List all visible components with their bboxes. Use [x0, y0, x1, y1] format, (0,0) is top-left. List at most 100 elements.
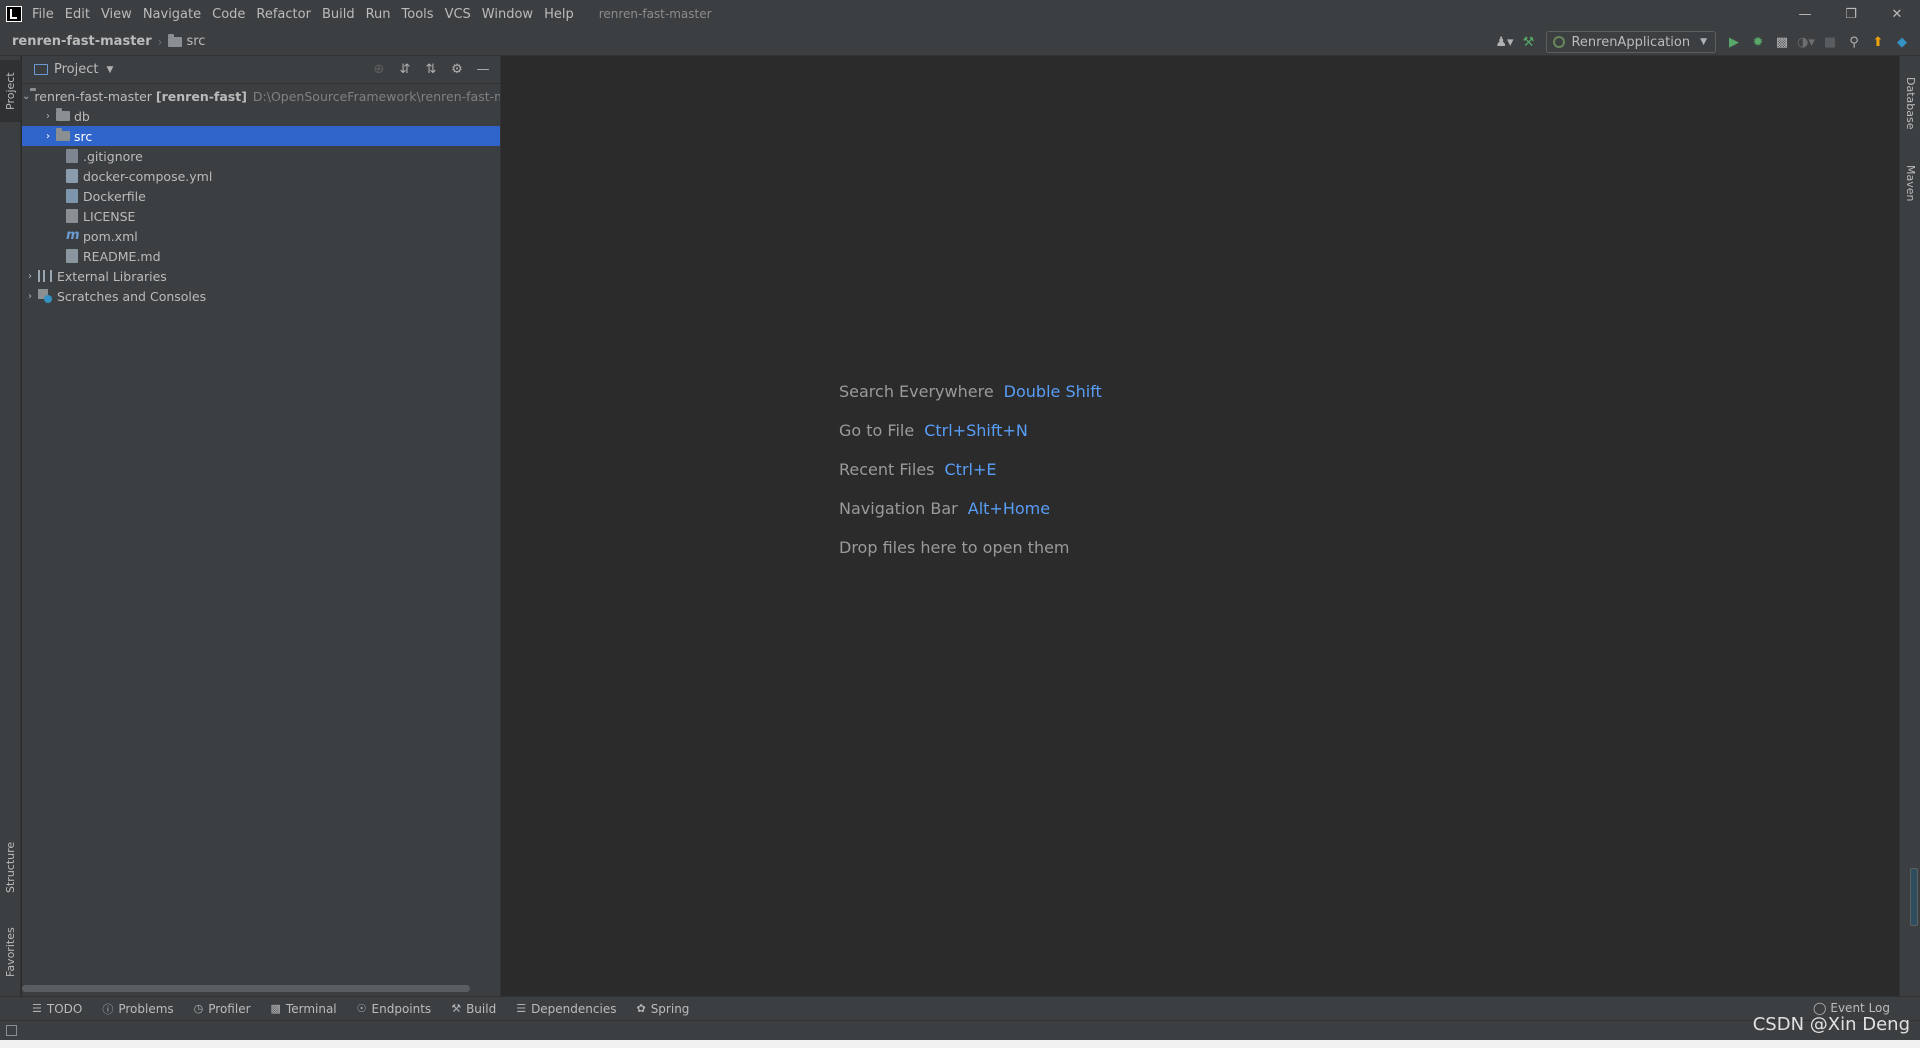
restore-icon[interactable]: ❐ [1828, 0, 1874, 28]
horizontal-scrollbar[interactable] [22, 985, 470, 992]
tool-tab-dependencies[interactable]: ☰ Dependencies [516, 1002, 616, 1016]
tree-row-license[interactable]: LICENSE [22, 206, 500, 226]
tree-row-src[interactable]: › src [22, 126, 500, 146]
collapse-all-icon[interactable]: ⇅ [420, 58, 442, 80]
search-icon[interactable]: ⚲ [1842, 30, 1866, 54]
tool-tab-profiler[interactable]: ◷ Profiler [194, 1002, 251, 1016]
menu-navigate[interactable]: Navigate [143, 5, 201, 24]
select-opened-file-icon[interactable]: ⊕ [368, 58, 390, 80]
tool-tab-label: Endpoints [371, 1001, 432, 1016]
profile-icon[interactable]: ◑▾ [1794, 30, 1818, 54]
tree-row-db[interactable]: › db [22, 106, 500, 126]
tool-tab-event-log[interactable]: ◯ Event Log [1813, 1001, 1890, 1015]
tree-label-external-libraries: External Libraries [57, 268, 167, 284]
spring-icon: ✿ [636, 1002, 646, 1015]
welcome-hints: Search Everywhere Double Shift Go to Fil… [839, 372, 1102, 567]
menu-code[interactable]: Code [212, 5, 245, 24]
tree-row-gitignore[interactable]: .gitignore [22, 146, 500, 166]
profiler-icon: ◷ [193, 1002, 204, 1015]
tree-row-scratches[interactable]: › Scratches and Consoles [22, 286, 500, 306]
menu-refactor[interactable]: Refactor [256, 5, 311, 24]
hint-label: Recent Files [839, 460, 935, 479]
menu-window[interactable]: Window [482, 5, 533, 24]
tree-row-docker-compose[interactable]: docker-compose.yml [22, 166, 500, 186]
chevron-down-icon: ▼ [1700, 37, 1707, 47]
yaml-file-icon [66, 169, 78, 183]
tool-tab-maven[interactable]: Maven [1900, 152, 1920, 214]
hint-shortcut: Ctrl+Shift+N [924, 421, 1028, 440]
vcs-user-icon[interactable]: ♟▾ [1492, 30, 1516, 54]
tree-row-pom[interactable]: m pom.xml [22, 226, 500, 246]
toolbox-icon[interactable]: ◆ [1890, 30, 1914, 54]
chevron-down-icon[interactable]: ▼ [106, 65, 113, 75]
update-icon[interactable]: ⬆ [1866, 30, 1890, 54]
tree-label-src: src [74, 128, 93, 144]
expand-all-icon[interactable]: ⇵ [394, 58, 416, 80]
intellij-logo-icon[interactable] [6, 6, 22, 22]
menu-run[interactable]: Run [366, 5, 391, 24]
hint-label: Drop files here to open them [839, 538, 1070, 557]
hide-panel-icon[interactable]: — [472, 58, 494, 80]
collapsed-arrow-icon[interactable]: › [22, 291, 38, 302]
tool-tab-database[interactable]: Database [1900, 64, 1920, 142]
close-icon[interactable]: ✕ [1874, 0, 1920, 28]
run-configuration-selector[interactable]: RenrenApplication ▼ [1546, 31, 1716, 53]
tool-tab-label: Spring [650, 1001, 690, 1016]
tree-label-scratches: Scratches and Consoles [57, 288, 207, 304]
breadcrumb-root[interactable]: renren-fast-master [12, 34, 152, 49]
menu-vcs[interactable]: VCS [445, 5, 471, 24]
folder-icon [56, 108, 70, 121]
menu-edit[interactable]: Edit [65, 5, 90, 24]
menu-build[interactable]: Build [322, 5, 355, 24]
build-hammer-icon[interactable]: ⚒ [1516, 30, 1540, 54]
hint-shortcut: Alt+Home [967, 499, 1051, 518]
run-icon[interactable]: ▶ [1722, 30, 1746, 54]
tool-tab-project[interactable]: Project [0, 60, 21, 122]
project-view-selector[interactable]: Project [54, 62, 98, 77]
tree-row-readme[interactable]: README.md [22, 246, 500, 266]
status-bar [0, 1020, 1920, 1040]
hint-label: Search Everywhere [839, 382, 994, 401]
menu-tools[interactable]: Tools [402, 5, 434, 24]
toggle-tool-windows-icon[interactable] [6, 1025, 17, 1036]
collapsed-arrow-icon[interactable]: › [22, 271, 38, 282]
collapsed-arrow-icon[interactable]: › [40, 131, 56, 142]
tool-tab-spring[interactable]: ✿ Spring [636, 1002, 689, 1016]
tree-label-dockerfile: Dockerfile [83, 188, 146, 204]
expanded-arrow-icon[interactable]: ⌄ [22, 91, 30, 102]
tool-tab-problems[interactable]: ⓘ Problems [102, 1001, 173, 1017]
breadcrumb-src[interactable]: src [168, 33, 206, 49]
tool-tab-label: Event Log [1830, 1001, 1890, 1015]
editor-empty-area[interactable]: Search Everywhere Double Shift Go to Fil… [502, 56, 1898, 996]
collapsed-arrow-icon[interactable]: › [40, 111, 56, 122]
tool-tab-endpoints[interactable]: ☉ Endpoints [357, 1002, 432, 1016]
stop-icon[interactable]: ■ [1818, 30, 1842, 54]
coverage-icon[interactable]: ▩ [1770, 30, 1794, 54]
root-module: [renren-fast] [155, 88, 247, 104]
hint-recent-files: Recent Files Ctrl+E [839, 450, 1102, 489]
menu-file[interactable]: File [32, 5, 54, 24]
tree-row-external-libraries[interactable]: › External Libraries [22, 266, 500, 286]
debug-icon[interactable]: ✹ [1746, 30, 1770, 54]
minimize-icon[interactable]: — [1782, 0, 1828, 28]
tree-row-dockerfile[interactable]: Dockerfile [22, 186, 500, 206]
tree-label-readme: README.md [83, 248, 161, 264]
menu-bar: File Edit View Navigate Code Refactor Bu… [0, 0, 1920, 28]
terminal-icon: ▩ [270, 1002, 281, 1015]
menu-help[interactable]: Help [544, 5, 574, 24]
navigation-bar: renren-fast-master › src ♟▾ ⚒ RenrenAppl… [0, 28, 1920, 56]
breadcrumb-separator-icon: › [157, 34, 163, 49]
tree-label-license: LICENSE [83, 208, 136, 224]
tool-tab-favorites[interactable]: Favorites [0, 912, 21, 992]
menu-view[interactable]: View [101, 5, 132, 24]
tool-tab-build[interactable]: ⚒ Build [451, 1002, 496, 1016]
tool-tab-todo[interactable]: ☰ TODO [32, 1002, 82, 1016]
tool-tab-terminal[interactable]: ▩ Terminal [271, 1002, 337, 1016]
memory-indicator[interactable] [1910, 868, 1918, 926]
folder-icon [56, 128, 70, 141]
tool-tab-structure[interactable]: Structure [0, 828, 21, 906]
gear-icon[interactable]: ⚙ [446, 58, 468, 80]
tree-label-pom: pom.xml [83, 228, 138, 244]
tree-row-root[interactable]: ⌄ renren-fast-master [renren-fast] D:\Op… [22, 86, 500, 106]
breadcrumb-src-label: src [186, 34, 206, 49]
